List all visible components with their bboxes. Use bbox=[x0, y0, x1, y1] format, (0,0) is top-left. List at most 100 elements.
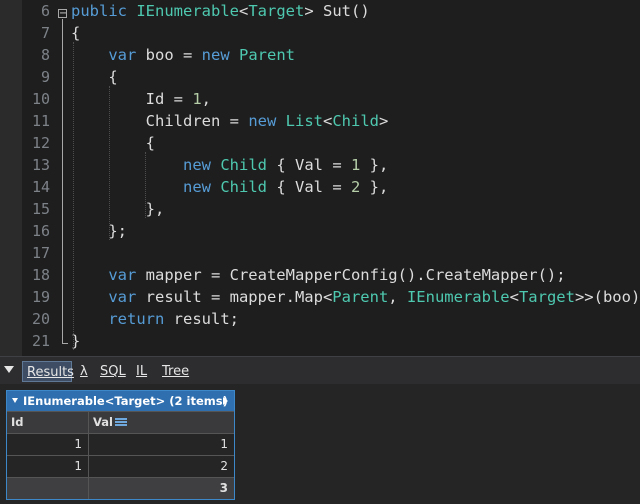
code-token: result; bbox=[164, 310, 239, 328]
table-header[interactable]: IEnumerable<Target> (2 items) bbox=[7, 391, 234, 411]
code-token: { Val = bbox=[267, 178, 351, 196]
code-text[interactable]: { bbox=[71, 132, 155, 154]
code-token: { bbox=[71, 134, 155, 152]
tab-sql[interactable]: SQL bbox=[96, 361, 136, 382]
code-token: { bbox=[71, 24, 81, 42]
code-token: new bbox=[201, 46, 230, 64]
code-token: Child bbox=[332, 112, 379, 130]
code-line[interactable]: 15 }, bbox=[0, 198, 640, 220]
code-line[interactable]: 21} bbox=[0, 330, 640, 352]
code-text[interactable]: new Child { Val = 1 }, bbox=[71, 154, 388, 176]
collapse-arrow-icon[interactable] bbox=[12, 398, 18, 403]
tab-il[interactable]: IL bbox=[132, 361, 160, 382]
code-token: > bbox=[379, 112, 389, 130]
line-number: 20 bbox=[31, 310, 50, 328]
line-number: 6 bbox=[40, 2, 50, 20]
code-token: Child bbox=[220, 156, 267, 174]
code-token: , bbox=[388, 288, 407, 306]
code-editor[interactable]: 6 public IEnumerable<Target> Sut() 7{8 var… bbox=[0, 0, 640, 356]
code-text[interactable]: var result = mapper.Map<Parent, IEnumera… bbox=[71, 286, 640, 308]
code-token: Id = bbox=[71, 90, 193, 108]
line-number: 11 bbox=[31, 112, 50, 130]
cell-val: 2 bbox=[220, 459, 228, 473]
code-token: < bbox=[238, 2, 249, 20]
code-text[interactable]: return result; bbox=[71, 308, 239, 330]
code-line[interactable]: 19 var result = mapper.Map<Parent, IEnum… bbox=[0, 286, 640, 308]
cell-id: 1 bbox=[7, 434, 89, 455]
line-number: 12 bbox=[31, 134, 50, 152]
code-token: result = mapper.Map< bbox=[136, 288, 333, 306]
code-line[interactable]: 20 return result; bbox=[0, 308, 640, 330]
code-token: var bbox=[108, 288, 137, 306]
fold-end bbox=[62, 343, 68, 344]
sum-icon[interactable] bbox=[114, 418, 127, 426]
tab-tree[interactable]: Tree bbox=[158, 361, 200, 382]
code-token: Target bbox=[518, 288, 575, 306]
code-token: Child bbox=[220, 178, 267, 196]
code-text[interactable]: }, bbox=[71, 198, 165, 220]
total-val: 3 bbox=[219, 481, 228, 495]
code-text[interactable]: Children = new List<Child> bbox=[71, 110, 389, 132]
code-text[interactable]: { bbox=[71, 66, 118, 88]
code-text[interactable]: new Child { Val = 2 }, bbox=[71, 176, 388, 198]
line-number: 17 bbox=[31, 244, 50, 262]
code-token: >>(boo); bbox=[574, 288, 640, 306]
line-number: 7 bbox=[40, 24, 50, 42]
code-token: 1 bbox=[192, 90, 202, 108]
code-text[interactable]: }; bbox=[71, 220, 127, 242]
code-line[interactable]: 17 bbox=[0, 242, 640, 264]
fold-line bbox=[62, 19, 63, 343]
line-number: 14 bbox=[31, 178, 50, 196]
collapse-results-icon[interactable] bbox=[4, 366, 14, 373]
code-text[interactable]: public IEnumerable<Target> Sut() bbox=[71, 0, 370, 22]
results-toolbar: Results λ SQL IL Tree bbox=[0, 356, 640, 384]
code-line[interactable]: 14 new Child { Val = 2 }, bbox=[0, 176, 640, 198]
code-line[interactable]: 11 Children = new List<Child> bbox=[0, 110, 640, 132]
line-number: 19 bbox=[31, 288, 50, 306]
code-token: { bbox=[71, 68, 118, 86]
line-number: 13 bbox=[31, 156, 50, 174]
code-text[interactable]: Id = 1, bbox=[71, 88, 211, 110]
indent-guide bbox=[145, 152, 146, 218]
code-text[interactable]: var boo = new Parent bbox=[71, 44, 295, 66]
column-header-id[interactable]: Id bbox=[7, 412, 89, 433]
line-number: 16 bbox=[31, 222, 50, 240]
line-number: 21 bbox=[31, 332, 50, 350]
code-text[interactable]: { bbox=[71, 22, 80, 44]
code-line[interactable]: 12 { bbox=[0, 132, 640, 154]
results-pane: IEnumerable<Target> (2 items) Id Val 1 1… bbox=[0, 384, 640, 504]
code-token: }; bbox=[71, 222, 127, 240]
code-line[interactable]: 10 Id = 1, bbox=[0, 88, 640, 110]
column-header-val[interactable]: Val bbox=[89, 412, 234, 433]
code-line[interactable]: 18 var mapper = CreateMapperConfig().Cre… bbox=[0, 264, 640, 286]
cell-val: 1 bbox=[220, 437, 228, 451]
code-line[interactable]: 9 { bbox=[0, 66, 640, 88]
code-line[interactable]: 8 var boo = new Parent bbox=[0, 44, 640, 66]
code-line[interactable]: 13 new Child { Val = 1 }, bbox=[0, 154, 640, 176]
code-text[interactable]: var mapper = CreateMapperConfig().Create… bbox=[71, 264, 566, 286]
code-line[interactable]: 7{ bbox=[0, 22, 640, 44]
code-token: mapper = CreateMapperConfig().CreateMapp… bbox=[136, 266, 566, 284]
expand-right-icon[interactable] bbox=[223, 397, 228, 405]
tab-results[interactable]: Results bbox=[22, 361, 74, 382]
code-token: boo = bbox=[136, 46, 202, 64]
fold-collapse-icon[interactable]: − bbox=[58, 9, 67, 19]
table-total-row: 3 bbox=[7, 477, 234, 499]
code-line[interactable]: 16 }; bbox=[0, 220, 640, 242]
code-token: var bbox=[108, 46, 137, 64]
code-token: { Val = bbox=[267, 156, 351, 174]
code-token: 1 bbox=[351, 156, 361, 174]
line-number: 18 bbox=[31, 266, 50, 284]
total-id bbox=[7, 478, 89, 499]
code-line[interactable]: 6 public IEnumerable<Target> Sut() bbox=[0, 0, 640, 22]
code-token: }, bbox=[360, 178, 389, 196]
indent-guide bbox=[109, 86, 110, 240]
code-token: > Sut() bbox=[304, 2, 370, 20]
